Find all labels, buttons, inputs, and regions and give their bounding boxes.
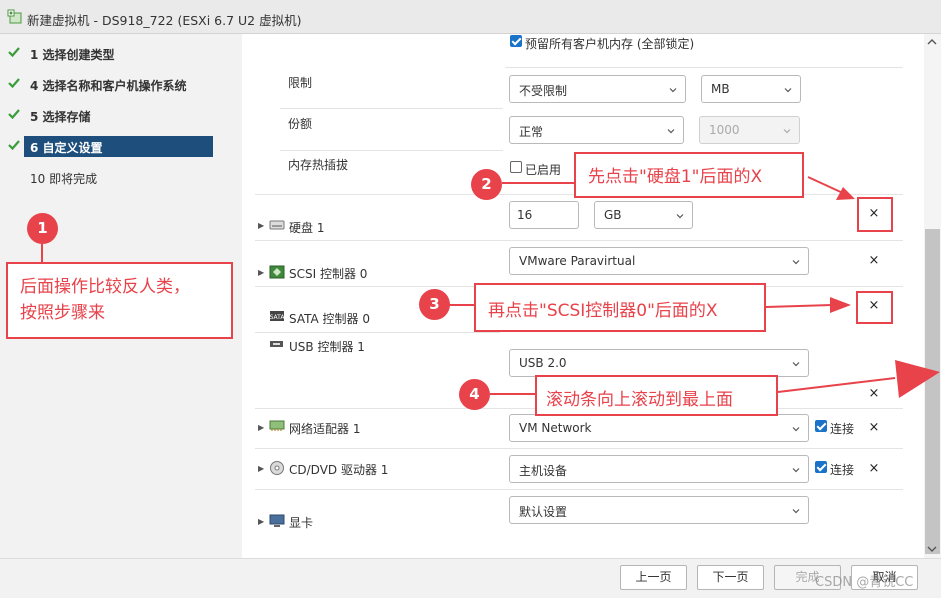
callout-1-line2: 按照步骤来: [20, 303, 105, 323]
callout-1: 后面操作比较反人类， 按照步骤来: [6, 262, 233, 339]
callout-1-line1: 后面操作比较反人类，: [20, 277, 190, 297]
callout-4: 滚动条向上滚动到最上面: [535, 375, 778, 416]
callout-2: 先点击"硬盘1"后面的X: [574, 152, 804, 198]
highlight-scsi-remove: [856, 291, 893, 324]
step-1-marker: 1: [27, 213, 58, 244]
callout-3: 再点击"SCSI控制器0"后面的X: [474, 283, 766, 332]
step-2-marker: 2: [471, 169, 502, 200]
step-4-marker: 4: [459, 379, 490, 410]
highlight-disk-remove: [857, 197, 893, 232]
step-3-marker: 3: [419, 289, 450, 320]
